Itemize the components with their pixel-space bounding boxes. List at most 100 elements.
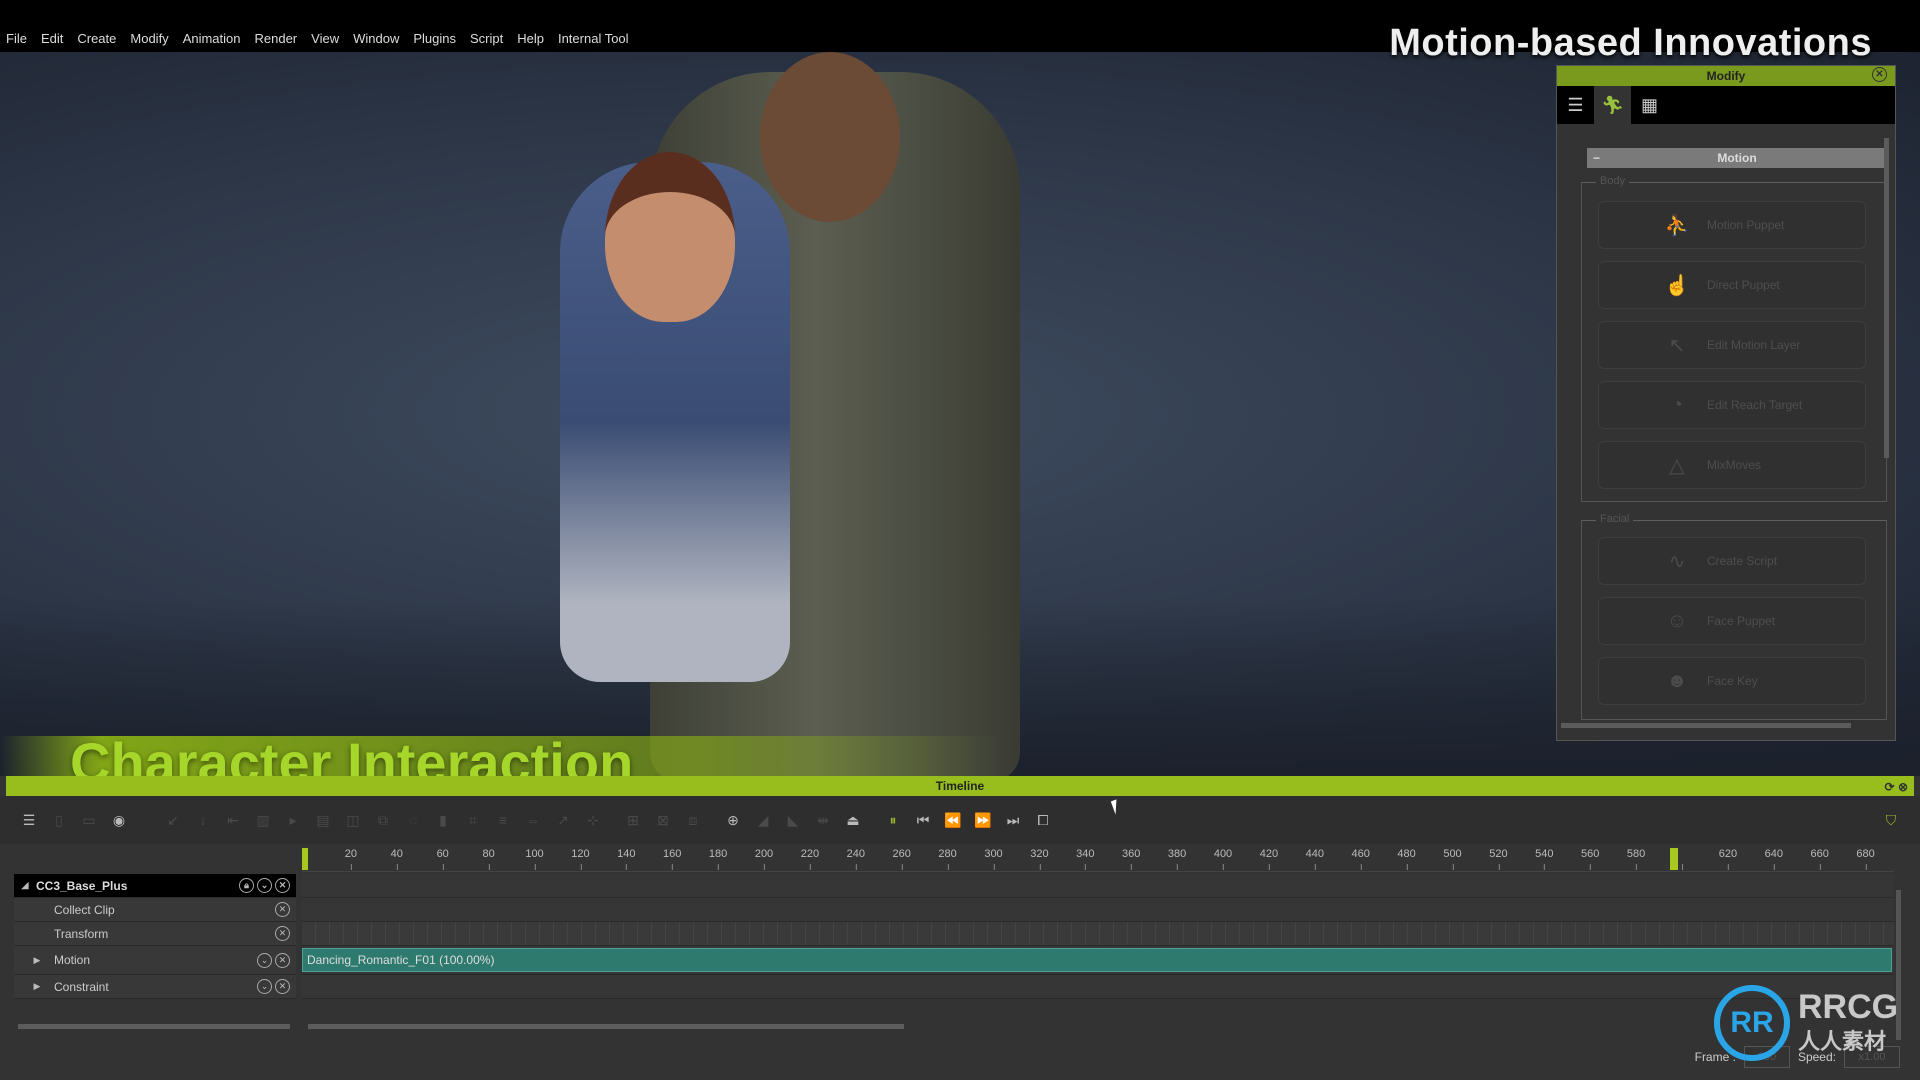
remove-clip-icon[interactable]: ⊠ [648,812,678,829]
expand-arrow-icon[interactable]: ▶ [26,981,48,992]
close-icon[interactable]: ✕ [275,979,290,994]
menu-modify[interactable]: Modify [130,31,168,46]
track-transform[interactable]: Transform ✕ [14,922,296,946]
timeline-settings-icon[interactable]: ⛉ [1876,812,1906,829]
modify-panel-horizontal-scrollbar[interactable] [1561,723,1851,728]
toolbar-icon[interactable]: ▯ [44,812,74,829]
menu-render[interactable]: Render [255,31,298,46]
track-collect-clip[interactable]: Collect Clip ✕ [14,898,296,922]
modify-panel-vertical-scrollbar[interactable] [1884,138,1889,458]
close-icon[interactable]: ✕ [275,953,290,968]
face-puppet-button[interactable]: ☺ Face Puppet [1598,597,1866,645]
expand-arrow-icon[interactable]: ▶ [26,955,48,966]
export-icon[interactable]: ⏏ [838,812,868,829]
toolbar-icon[interactable]: ⌗ [458,812,488,829]
edit-reach-target-button[interactable]: ◔ Edit Reach Target [1598,381,1866,429]
expand-icon[interactable]: ⌄ [257,878,272,893]
toolbar-icon[interactable]: ▤ [308,812,338,829]
ruler-tick: 460 [1351,848,1370,870]
menu-file[interactable]: File [6,31,27,46]
toolbar-icon[interactable]: ≡ [488,812,518,828]
toolbar-icon[interactable]: ⇤ [218,812,248,829]
face-key-button[interactable]: ☻ Face Key [1598,657,1866,705]
close-icon[interactable]: ✕ [275,878,290,893]
mixmoves-button[interactable]: △ MixMoves [1598,441,1866,489]
toolbar-icon[interactable]: ▥ [248,812,278,829]
close-icon[interactable]: ✕ [275,902,290,917]
collapse-arrow-icon[interactable]: ◢ [14,880,36,891]
playhead[interactable] [1670,848,1678,870]
tab-material[interactable]: ▦ [1631,86,1668,124]
motion-puppet-icon: ⛹ [1664,214,1690,237]
track-list: ◢ CC3_Base_Plus 🔒︎ ⌄ ✕ Collect Clip ✕ Tran… [14,874,296,999]
toolbar-icon[interactable]: ↙ [158,812,188,829]
motion-puppet-button[interactable]: ⛹ Motion Puppet [1598,201,1866,249]
pause-icon[interactable]: ⏸ [878,812,908,829]
track-cc3-base-plus[interactable]: ◢ CC3_Base_Plus 🔒︎ ⌄ ✕ [14,874,296,898]
toolbar-icon[interactable]: ◣ [778,812,808,829]
timeline-horizontal-scrollbar[interactable] [308,1024,904,1029]
menu-create[interactable]: Create [77,31,116,46]
edit-motion-layer-button[interactable]: ↖ Edit Motion Layer [1598,321,1866,369]
lane-cc3-base-plus[interactable] [302,874,1894,898]
lane-constraint[interactable] [302,975,1894,999]
toolbar-icon[interactable]: ↓ [188,812,218,828]
key-filter-icon[interactable]: ◉ [104,812,134,829]
menu-internal-tool[interactable]: Internal Tool [558,31,629,46]
loop-icon[interactable]: ⧠ [1028,812,1058,829]
motion-clip[interactable]: Dancing_Romantic_F01 (100.00%) [302,948,1892,972]
toolbar-icon[interactable]: ▸ [278,812,308,829]
ruler-tick: 520 [1489,848,1508,870]
zoom-icon[interactable]: ⊕ [718,812,748,829]
lane-motion[interactable]: Dancing_Romantic_F01 (100.00%) [302,946,1894,975]
track-list-icon[interactable]: ☰ [14,812,44,829]
close-icon[interactable]: ⊗ [1898,780,1908,794]
menu-animation[interactable]: Animation [183,31,241,46]
expand-icon[interactable]: ⌄ [257,979,272,994]
next-frame-icon[interactable]: ⏩ [968,812,998,829]
toolbar-icon[interactable]: ⧈ [678,812,708,829]
lane-transform-keys[interactable] [302,922,1894,946]
menu-script[interactable]: Script [470,31,503,46]
toolbar-icon[interactable]: ⊹ [578,812,608,829]
close-icon[interactable]: ✕ [275,926,290,941]
ruler-tick: 560 [1581,848,1600,870]
lane-collect-clip[interactable] [302,898,1894,922]
track-constraint[interactable]: ▶ Constraint ⌄ ✕ [14,975,296,999]
lock-icon[interactable]: 🔒︎ [239,878,254,893]
fit-icon[interactable]: ⇹ [808,812,838,829]
close-icon[interactable]: ✕ [1872,67,1887,82]
toolbar-icon[interactable]: ▮ [428,812,458,829]
modify-panel: Modify ✕ ☰ 🏃︎ ▦ − Motion Body ⛹ Motion Pu… [1556,65,1896,741]
range-start-marker[interactable] [302,848,308,870]
motion-section-header[interactable]: − Motion [1587,148,1887,168]
previous-frame-icon[interactable]: ⏪ [938,812,968,829]
track-motion[interactable]: ▶ Motion ⌄ ✕ [14,946,296,975]
ruler-tick: 240 [846,848,865,870]
menu-window[interactable]: Window [353,31,399,46]
track-list-horizontal-scrollbar[interactable] [18,1024,290,1029]
toolbar-icon[interactable]: ◌ [398,812,428,828]
create-script-button[interactable]: ∿ Create Script [1598,537,1866,585]
tab-attributes[interactable]: ☰ [1557,86,1594,124]
toolbar-icon[interactable]: ◢ [748,812,778,829]
refresh-icon[interactable]: ⟳ [1885,780,1895,794]
direct-puppet-button[interactable]: ☝ Direct Puppet [1598,261,1866,309]
male-character-head [760,52,900,222]
toolbar-icon[interactable]: ⧉ [368,812,398,829]
toolbar-icon[interactable]: ▭ [74,812,104,829]
toolbar-icon[interactable]: ◫ [338,812,368,829]
menu-edit[interactable]: Edit [41,31,63,46]
expand-icon[interactable]: ⌄ [257,953,272,968]
toolbar-icon[interactable]: ⇔ [518,812,548,828]
go-to-start-icon[interactable]: ⏮ [908,812,938,829]
menu-help[interactable]: Help [517,31,544,46]
menu-plugins[interactable]: Plugins [413,31,456,46]
menu-view[interactable]: View [311,31,339,46]
add-clip-icon[interactable]: ⊞ [618,812,648,829]
timeline-ruler[interactable]: 20 40 60 80 100 120 140 160 180 200 220 240 260 280 30… [302,844,1894,872]
go-to-end-icon[interactable]: ⏭ [998,812,1028,829]
ruler-tick: 160 [663,848,682,870]
curve-icon[interactable]: ↗ [548,812,578,829]
tab-motion[interactable]: 🏃︎ [1594,86,1631,124]
